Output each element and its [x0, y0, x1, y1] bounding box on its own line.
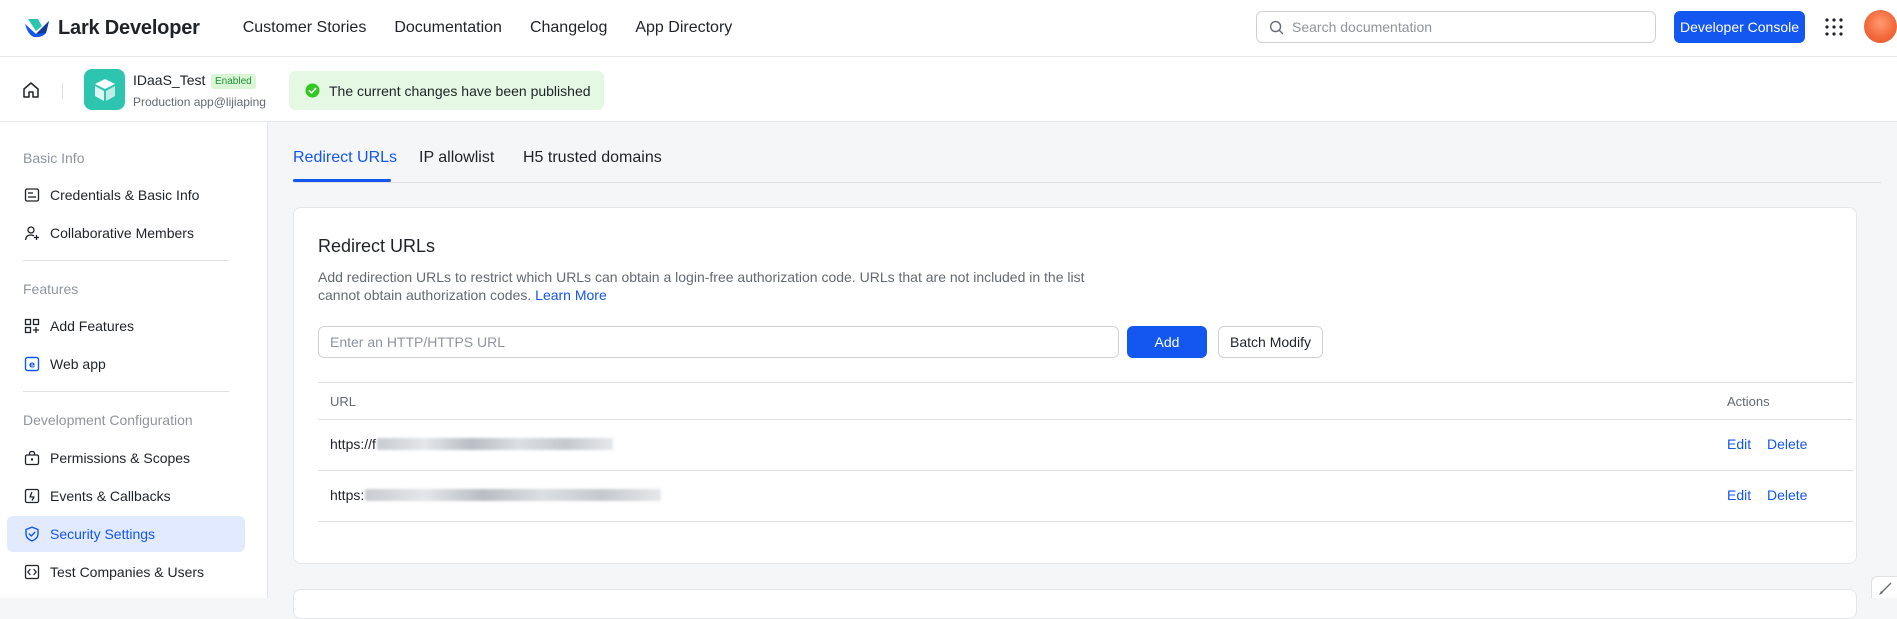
card-title: Redirect URLs — [318, 236, 436, 256]
developer-console-button[interactable]: Developer Console — [1674, 11, 1805, 43]
sidebar-divider — [23, 260, 229, 261]
sidebar-section-features: Features — [23, 281, 79, 297]
search-input[interactable] — [1292, 19, 1632, 35]
app-name: IDaaS_Test — [133, 72, 206, 88]
brand[interactable]: Lark Developer — [24, 17, 200, 40]
delete-link[interactable]: Delete — [1767, 487, 1807, 503]
tab-h5-trusted-domains[interactable]: H5 trusted domains — [523, 149, 662, 167]
code-icon — [24, 564, 40, 580]
add-button[interactable]: Add — [1127, 326, 1207, 358]
table-header: URL Actions — [318, 382, 1853, 420]
delete-link[interactable]: Delete — [1767, 436, 1807, 452]
search-icon — [1269, 20, 1284, 34]
sidebar-item-label: Web app — [50, 356, 106, 372]
url-text: https://f — [330, 436, 376, 452]
avatar[interactable] — [1864, 10, 1897, 43]
sidebar-item-test-companies[interactable]: Test Companies & Users — [7, 554, 245, 590]
publish-notification-text: The current changes have been published — [329, 82, 591, 99]
sidebar-item-label: Permissions & Scopes — [50, 450, 191, 466]
tab-ip-allowlist[interactable]: IP allowlist — [419, 149, 494, 167]
nav-link-customer-stories[interactable]: Customer Stories — [243, 19, 367, 37]
app-subtitle: Production app@lijiaping — [133, 95, 266, 109]
url-cell: https: — [330, 487, 662, 503]
sidebar-item-security-settings[interactable]: Security Settings — [7, 516, 245, 552]
sidebar-section-basic-info: Basic Info — [23, 150, 85, 166]
nav-links: Customer Stories Documentation Changelog… — [243, 19, 761, 37]
column-header-url: URL — [330, 394, 357, 409]
status-badge: Enabled — [211, 74, 256, 89]
edit-link[interactable]: Edit — [1727, 487, 1751, 503]
add-features-icon — [24, 318, 40, 334]
permissions-icon — [24, 450, 40, 466]
nav-link-changelog[interactable]: Changelog — [530, 19, 607, 37]
sidebar-item-label: Events & Callbacks — [50, 488, 171, 504]
learn-more-link[interactable]: Learn More — [535, 287, 607, 303]
credentials-icon — [24, 188, 40, 202]
active-tab-indicator — [293, 179, 391, 182]
card-description: Add redirection URLs to restrict which U… — [318, 268, 1118, 304]
sidebar: Basic Info Credentials & Basic Info Coll… — [0, 122, 268, 598]
brand-name: Lark Developer — [58, 16, 200, 39]
security-tabs: Redirect URLs IP allowlist H5 trusted do… — [293, 145, 1881, 183]
sidebar-section-dev-config: Development Configuration — [23, 412, 193, 428]
divider — [62, 83, 63, 99]
redirect-urls-card: Redirect URLs Add redirection URLs to re… — [293, 207, 1857, 564]
sidebar-item-credentials[interactable]: Credentials & Basic Info — [7, 177, 245, 213]
home-icon[interactable] — [21, 80, 41, 100]
sidebar-item-members[interactable]: Collaborative Members — [7, 215, 245, 251]
column-header-actions: Actions — [1727, 394, 1770, 409]
edit-corner-icon — [1879, 582, 1892, 595]
publish-notification: The current changes have been published — [289, 71, 604, 110]
url-text: https: — [330, 487, 365, 503]
sidebar-item-label: Add Features — [50, 318, 135, 334]
resize-corner-icon[interactable] — [1871, 576, 1897, 598]
members-icon — [24, 226, 39, 241]
shield-icon — [25, 526, 39, 542]
app-header: IDaaS_Test Enabled Production app@lijiap… — [0, 57, 1897, 122]
batch-modify-button[interactable]: Batch Modify — [1218, 326, 1323, 358]
sidebar-item-label: Security Settings — [50, 526, 156, 542]
lark-logo-icon — [25, 19, 49, 38]
redirect-urls-table: URL Actions https://f Edit Delete https:… — [318, 382, 1853, 522]
sidebar-item-permissions[interactable]: Permissions & Scopes — [7, 440, 245, 476]
check-circle-icon — [305, 83, 320, 98]
redirect-url-input[interactable] — [318, 326, 1119, 358]
app-icon — [84, 69, 125, 110]
tab-redirect-urls[interactable]: Redirect URLs — [293, 149, 397, 167]
web-app-icon: e — [24, 356, 40, 372]
edit-link[interactable]: Edit — [1727, 436, 1751, 452]
sidebar-item-label: Test Companies & Users — [50, 564, 205, 580]
svg-text:e: e — [29, 361, 35, 371]
top-navigation: Lark Developer Customer Stories Document… — [0, 0, 1897, 57]
redacted-url — [365, 489, 662, 501]
table-row: https: Edit Delete — [318, 471, 1853, 522]
next-settings-card — [293, 589, 1857, 619]
url-cell: https://f — [330, 436, 613, 452]
sidebar-item-web-app[interactable]: e Web app — [7, 346, 245, 382]
nav-link-app-directory[interactable]: App Directory — [635, 19, 732, 37]
app-grid-icon[interactable] — [1824, 17, 1844, 37]
search-box[interactable] — [1256, 11, 1656, 43]
sidebar-item-events[interactable]: Events & Callbacks — [7, 478, 245, 514]
sidebar-divider — [23, 391, 229, 392]
events-icon — [24, 488, 40, 504]
redacted-url — [376, 438, 613, 450]
sidebar-item-add-features[interactable]: Add Features — [7, 308, 245, 344]
nav-link-documentation[interactable]: Documentation — [394, 19, 502, 37]
sidebar-item-label: Credentials & Basic Info — [50, 187, 200, 203]
cube-icon — [94, 78, 115, 101]
sidebar-item-label: Collaborative Members — [50, 225, 194, 241]
table-row: https://f Edit Delete — [318, 420, 1853, 471]
card-description-text: Add redirection URLs to restrict which U… — [318, 269, 1085, 303]
